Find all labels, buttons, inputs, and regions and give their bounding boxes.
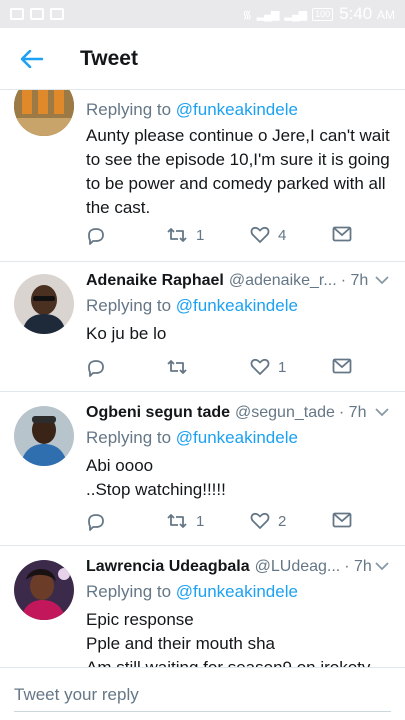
mention-link[interactable]: @funkeakindele bbox=[176, 100, 298, 119]
tweet-text: Abi oooo ..Stop watching!!!!! bbox=[86, 456, 226, 499]
tweet-header: Lawrencia Udeagbala @LUdeag... · 7h bbox=[86, 558, 395, 576]
like-icon bbox=[250, 226, 270, 243]
message-icon bbox=[30, 8, 44, 20]
tweet-time: · 7h bbox=[340, 272, 369, 289]
tweet[interactable]: Adenaike Raphael @adenaike_r... · 7h Rep… bbox=[0, 262, 405, 392]
signal-icon: ▂▄▆ bbox=[256, 8, 280, 21]
mention-link[interactable]: @funkeakindele bbox=[176, 582, 298, 601]
status-notification-icons bbox=[10, 8, 64, 20]
reply-button[interactable] bbox=[86, 226, 106, 246]
tweet-time: · 7h bbox=[344, 558, 372, 575]
status-clock: 5:40 AM bbox=[339, 4, 395, 23]
retweet-button[interactable]: 1 bbox=[166, 512, 204, 530]
avatar-image bbox=[14, 560, 74, 620]
avatar[interactable] bbox=[14, 406, 74, 466]
tweet-text: Epic response Pple and their mouth sha A… bbox=[86, 610, 370, 667]
reply-input[interactable]: Tweet your reply bbox=[14, 685, 139, 705]
dm-icon bbox=[332, 226, 352, 242]
retweet-count: 1 bbox=[196, 512, 205, 530]
page-title: Tweet bbox=[80, 46, 138, 70]
chevron-down-icon[interactable] bbox=[375, 404, 389, 420]
reply-feed[interactable]: Replying to @funkeakindele Aunty please … bbox=[0, 90, 405, 667]
notification-icon bbox=[10, 8, 24, 20]
reply-icon bbox=[88, 228, 104, 245]
chevron-down-icon[interactable] bbox=[375, 272, 389, 288]
user-handle[interactable]: @adenaike_r... bbox=[229, 272, 337, 290]
battery-icon: 100 bbox=[312, 7, 334, 21]
like-count: 4 bbox=[278, 226, 287, 244]
wifi-icon: ᯾ bbox=[242, 8, 251, 21]
avatar[interactable] bbox=[14, 560, 74, 620]
avatar-image bbox=[14, 406, 74, 466]
tweet[interactable]: Replying to @funkeakindele Aunty please … bbox=[0, 90, 405, 262]
back-arrow-icon bbox=[21, 49, 43, 68]
retweet-icon bbox=[167, 514, 187, 528]
back-button[interactable] bbox=[0, 28, 64, 90]
avatar-image bbox=[14, 90, 74, 136]
like-icon bbox=[250, 358, 270, 375]
display-name[interactable]: Adenaike Raphael bbox=[86, 272, 224, 290]
like-button[interactable]: 4 bbox=[250, 226, 286, 244]
input-underline bbox=[14, 711, 391, 712]
reply-icon bbox=[88, 514, 104, 531]
reply-icon bbox=[88, 360, 104, 377]
tweet-text: Ko ju be lo bbox=[86, 324, 167, 343]
user-handle[interactable]: @segun_tade bbox=[235, 404, 335, 422]
tweet-time: · 7h bbox=[338, 404, 367, 421]
status-system-icons: ᯾ ▂▄▆ ▂▄▆ 100 5:40 AM bbox=[242, 4, 395, 24]
tweet[interactable]: Ogbeni segun tade @segun_tade · 7h Reply… bbox=[0, 392, 405, 546]
avatar[interactable] bbox=[14, 274, 74, 334]
tweet-actions: 1 2 bbox=[86, 512, 386, 536]
tweet-actions: 1 4 bbox=[86, 226, 386, 250]
retweet-count: 1 bbox=[196, 226, 205, 244]
retweet-icon bbox=[167, 360, 187, 374]
dm-icon bbox=[332, 358, 352, 374]
signal-icon-2: ▂▄▆ bbox=[284, 8, 307, 21]
top-app-bar: Tweet bbox=[0, 28, 405, 90]
replying-to: Replying to @funkeakindele bbox=[86, 428, 298, 447]
retweet-icon bbox=[167, 228, 187, 242]
like-count: 2 bbox=[278, 512, 287, 530]
tweet-header: Adenaike Raphael @adenaike_r... · 7h bbox=[86, 272, 395, 290]
like-button[interactable]: 2 bbox=[250, 512, 286, 530]
replying-to: Replying to @funkeakindele bbox=[86, 100, 298, 119]
retweet-button[interactable] bbox=[166, 358, 196, 376]
tweet-header: Ogbeni segun tade @segun_tade · 7h bbox=[86, 404, 395, 422]
tweet[interactable]: Lawrencia Udeagbala @LUdeag... · 7h Repl… bbox=[0, 546, 405, 667]
display-name[interactable]: Ogbeni segun tade bbox=[86, 404, 230, 422]
avatar-image bbox=[14, 274, 74, 334]
reply-button[interactable] bbox=[86, 512, 106, 532]
like-icon bbox=[250, 512, 270, 529]
tweet-text: Aunty please continue o Jere,I can't wai… bbox=[86, 126, 390, 217]
dm-button[interactable] bbox=[332, 358, 352, 374]
image-icon bbox=[50, 8, 64, 20]
replying-to: Replying to @funkeakindele bbox=[86, 582, 298, 601]
retweet-button[interactable]: 1 bbox=[166, 226, 204, 244]
like-button[interactable]: 1 bbox=[250, 358, 286, 376]
dm-icon bbox=[332, 512, 352, 528]
user-handle[interactable]: @LUdeag... bbox=[255, 558, 341, 576]
mention-link[interactable]: @funkeakindele bbox=[176, 428, 298, 447]
display-name[interactable]: Lawrencia Udeagbala bbox=[86, 558, 250, 576]
replying-to: Replying to @funkeakindele bbox=[86, 296, 298, 315]
chevron-down-icon[interactable] bbox=[375, 558, 389, 574]
tweet-actions: 1 bbox=[86, 358, 386, 382]
like-count: 1 bbox=[278, 358, 287, 376]
avatar[interactable] bbox=[14, 90, 74, 136]
reply-composer[interactable]: Tweet your reply bbox=[0, 667, 405, 720]
status-bar: ᯾ ▂▄▆ ▂▄▆ 100 5:40 AM bbox=[0, 0, 405, 28]
dm-button[interactable] bbox=[332, 512, 352, 528]
reply-button[interactable] bbox=[86, 358, 106, 378]
dm-button[interactable] bbox=[332, 226, 352, 242]
mention-link[interactable]: @funkeakindele bbox=[176, 296, 298, 315]
